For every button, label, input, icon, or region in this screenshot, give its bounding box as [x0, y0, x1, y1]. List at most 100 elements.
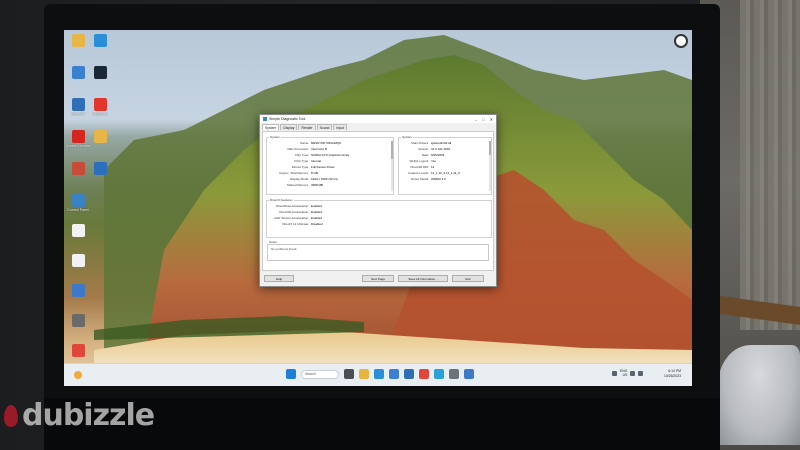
info-row: Approx. Total Memory: 8 GB: [269, 171, 318, 175]
notes-box[interactable]: No problems found.: [267, 244, 489, 261]
minimize-icon[interactable]: –: [475, 117, 477, 122]
window-titlebar[interactable]: Simple Diagnostic Tool – □ ✕: [260, 115, 496, 123]
file-explorer-icon[interactable]: [359, 369, 369, 379]
store-icon[interactable]: [389, 369, 399, 379]
info-row: Direct3D Acceleration: Enabled: [269, 210, 323, 214]
volume-icon[interactable]: [638, 370, 644, 376]
button-row: Help Next Page Save All Information... E…: [262, 275, 494, 283]
info-key: Driver Model:: [411, 177, 429, 181]
info-key: Device Type:: [291, 165, 309, 169]
folder-icon: [93, 130, 107, 143]
app-icon: [93, 162, 107, 175]
cloth: [718, 345, 800, 445]
region-code: US: [622, 373, 628, 377]
desktop-icon[interactable]: [80, 162, 120, 176]
mail-icon[interactable]: [404, 369, 414, 379]
info-key: Name:: [300, 141, 309, 145]
tab-strip: System Display Render Sound Input: [260, 123, 496, 130]
language-indicator[interactable]: ENG US: [620, 369, 627, 377]
info-row: Device Type: Full Device Driver: [269, 165, 335, 169]
desktop-icon[interactable]: Control Panel: [64, 194, 98, 212]
group-title: System: [269, 135, 282, 139]
info-row: DirectDraw Acceleration: Enabled: [269, 204, 323, 208]
next-page-button[interactable]: Next Page: [362, 275, 394, 282]
taskbar-pinned: Search: [286, 369, 474, 379]
info-value: DESKTOP-5NUHMQ5: [311, 141, 341, 145]
desktop-icon[interactable]: [80, 66, 120, 80]
info-value: 31.0.101.4091: [431, 147, 451, 151]
desktop-icon[interactable]: [64, 314, 98, 328]
wifi-icon[interactable]: [630, 370, 636, 376]
anydesk-icon: [93, 98, 107, 111]
scrollbar-thumb[interactable]: [391, 141, 393, 159]
exit-button[interactable]: Exit: [452, 275, 484, 282]
taskbar: Search ENG US 6:14 PM 10/26/2023: [64, 363, 692, 386]
tab-display[interactable]: Display: [280, 124, 298, 130]
task-view-icon[interactable]: [344, 369, 354, 379]
info-key: DirectX 12 Ultimate:: [282, 222, 309, 226]
document-icon: [71, 224, 85, 237]
info-row: AGP Texture Acceleration: Enabled: [269, 216, 323, 220]
notes-text: No problems found.: [271, 247, 298, 251]
tab-render[interactable]: Render: [298, 124, 316, 130]
info-value: NVIDIA GTX Graphics family: [311, 153, 350, 157]
info-value: 1920 x 1080 (32 bit): [311, 177, 338, 181]
app-icon: [71, 284, 85, 297]
info-key: Feature Levels:: [408, 171, 429, 175]
tab-sound[interactable]: Sound: [316, 124, 333, 130]
photos-icon[interactable]: [434, 369, 444, 379]
info-value: 6/25/2023: [431, 153, 445, 157]
info-row: Display Mode: 1920 x 1080 (32 bit): [269, 177, 338, 181]
app-icon: [71, 314, 85, 327]
info-row: WHQL Logo'd: Yes: [401, 159, 436, 163]
flame-logo-icon: [4, 404, 18, 427]
desktop-icon[interactable]: [80, 34, 120, 48]
weather-icon[interactable]: [74, 371, 82, 379]
tab-system[interactable]: System: [262, 124, 280, 130]
group-title: DirectX Features: [269, 198, 294, 202]
window-title: Simple Diagnostic Tool: [269, 117, 306, 121]
help-button[interactable]: Help: [264, 275, 294, 282]
info-row: Chip Type: NVIDIA GTX Graphics family: [269, 153, 350, 157]
edge-icon: [93, 34, 107, 47]
tab-input[interactable]: Input: [333, 124, 347, 130]
save-all-button[interactable]: Save All Information...: [398, 275, 448, 282]
features-group: DirectX Features DirectDraw Acceleration…: [266, 198, 492, 238]
info-key: DAC Type:: [294, 159, 309, 163]
info-value: Enabled: [311, 204, 323, 208]
tab-panel: System Name: DESKTOP-5NUHMQ5 Main Processo…: [262, 131, 494, 271]
desktop-icon[interactable]: AnyDesk: [80, 98, 120, 116]
desktop-icon-label: Control Panel: [67, 208, 89, 212]
desktop-icon[interactable]: [64, 344, 98, 358]
info-key: Main Drivers:: [411, 141, 429, 145]
chevron-up-icon[interactable]: [612, 370, 617, 376]
edge-icon[interactable]: [374, 369, 384, 379]
info-key: AGP Texture Acceleration:: [274, 216, 309, 220]
info-value: Enabled: [311, 210, 323, 214]
info-row: Feature Levels: 12_1,12_0,11_1,11_0: [401, 171, 459, 175]
scrollbar[interactable]: [391, 141, 393, 191]
close-icon[interactable]: ✕: [490, 117, 493, 122]
info-row: Direct3D DDI: 12: [401, 165, 434, 169]
clock[interactable]: 6:14 PM 10/26/2023: [664, 369, 681, 378]
info-key: Approx. Total Memory:: [279, 171, 309, 175]
desktop-icon[interactable]: [80, 130, 120, 144]
info-value: Full Device Driver: [311, 165, 335, 169]
info-value: Enabled: [311, 216, 323, 220]
control-panel-icon: [71, 194, 85, 207]
info-value: 8 GB: [311, 171, 318, 175]
obs-icon[interactable]: [674, 34, 688, 48]
taskbar-search[interactable]: Search: [301, 369, 339, 379]
scrollbar-thumb[interactable]: [489, 141, 491, 155]
desktop-icon[interactable]: [64, 254, 98, 268]
app-icon[interactable]: [464, 369, 474, 379]
windows-start-icon[interactable]: [286, 369, 296, 379]
chrome-icon[interactable]: [419, 369, 429, 379]
maximize-icon[interactable]: □: [482, 117, 484, 122]
settings-icon[interactable]: [449, 369, 459, 379]
system-group: System Name: DESKTOP-5NUHMQ5 Main Processo…: [266, 135, 394, 195]
desktop-icon[interactable]: [64, 224, 98, 238]
desktop-icon[interactable]: [64, 284, 98, 298]
scrollbar[interactable]: [489, 141, 491, 191]
info-row: Driver Model: WDDM 3.0: [401, 177, 446, 181]
